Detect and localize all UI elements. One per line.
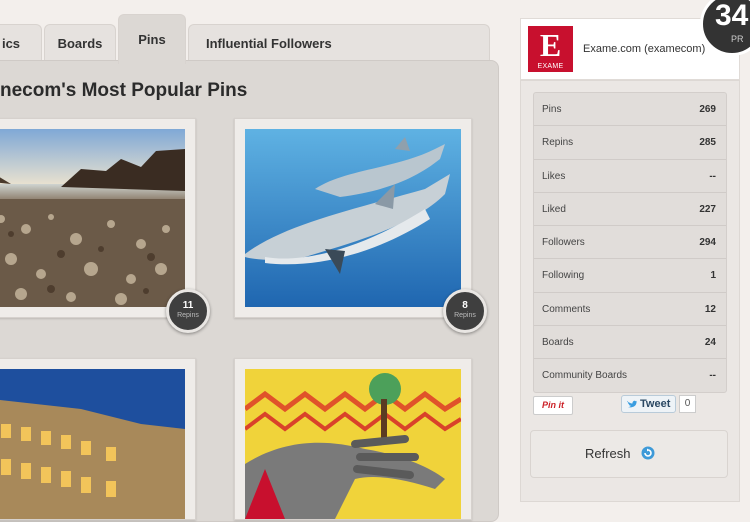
stat-pins: Pins 269 <box>534 93 726 127</box>
pin-it-button[interactable]: Pin it <box>533 396 573 415</box>
tweet-button[interactable]: Tweet <box>621 395 676 413</box>
stat-repins: Repins 285 <box>534 126 726 160</box>
tab-topics[interactable]: ics <box>0 24 42 62</box>
stat-liked: Liked 227 <box>534 193 726 227</box>
panel-title: necom's Most Popular Pins <box>0 80 248 101</box>
pin-image-dolphins[interactable] <box>245 129 461 307</box>
pin-image-colosseum[interactable] <box>0 369 185 519</box>
tab-pins[interactable]: Pins <box>118 14 186 64</box>
pin-image-beach[interactable] <box>0 129 185 307</box>
pin-image-graffiti[interactable] <box>245 369 461 519</box>
stat-followers: Followers 294 <box>534 226 726 260</box>
tweet-count: 0 <box>679 395 696 413</box>
pin-card[interactable] <box>0 118 196 318</box>
profile-name[interactable]: Exame.com (examecom) <box>583 43 705 55</box>
tab-bar: ics Boards Pins Influential Followers <box>0 14 490 64</box>
stat-boards: Boards 24 <box>534 326 726 360</box>
pin-card[interactable] <box>0 358 196 520</box>
refresh-button[interactable]: Refresh <box>530 430 728 478</box>
repins-badge: 11 Repins <box>166 289 210 333</box>
tab-boards[interactable]: Boards <box>44 24 116 62</box>
stat-community-boards: Community Boards -- <box>542 370 716 382</box>
stats-list: Pins 269 Repins 285 Likes -- Liked 227 Follo… <box>533 92 727 393</box>
stat-following: Following 1 <box>534 259 726 293</box>
repins-badge: 8 Repins <box>443 289 487 333</box>
stat-comments: Comments 12 <box>534 293 726 327</box>
tab-influential-followers[interactable]: Influential Followers <box>188 24 490 62</box>
twitter-bird-icon <box>626 400 637 408</box>
refresh-icon <box>641 446 655 460</box>
exame-logo[interactable]: E EXAME <box>528 26 573 72</box>
stat-likes: Likes -- <box>534 160 726 193</box>
pin-card[interactable] <box>234 118 472 318</box>
pin-card[interactable] <box>234 358 472 520</box>
